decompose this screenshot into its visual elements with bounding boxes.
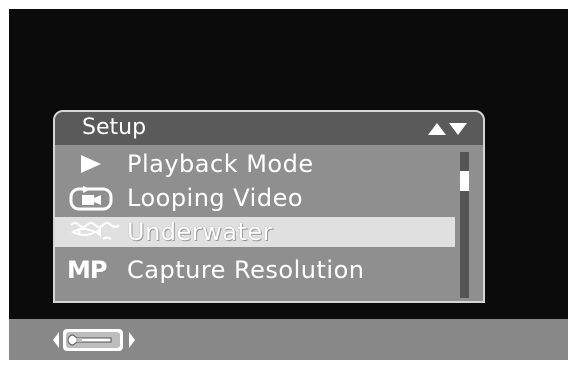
underwater-fish-icon [67,219,125,245]
up-down-triangles-icon[interactable] [427,122,469,136]
menu-header: Setup [55,112,483,145]
menu-item-underwater[interactable]: Underwater [55,217,455,247]
chevron-right-icon[interactable] [129,332,135,348]
camera-screen: Setup Playback Mode Looping Video Underw… [9,9,568,360]
menu-item-playback-mode[interactable]: Playback Mode [55,149,455,179]
menu-item-label: Underwater [127,218,274,246]
menu-list: Playback Mode Looping Video Underwater M… [55,145,455,301]
menu-item-capture-resolution[interactable]: MP Capture Resolution [55,255,455,285]
menu-title: Setup [82,115,147,140]
setup-menu-panel: Setup Playback Mode Looping Video Underw… [53,110,485,303]
megapixel-icon-text: MP [67,256,107,284]
looping-video-icon [67,185,125,211]
menu-item-looping-video[interactable]: Looping Video [55,183,455,213]
scrollbar-thumb[interactable] [460,171,469,191]
wrench-setup-icon[interactable] [63,329,123,351]
megapixel-icon: MP [67,257,125,283]
menu-item-label: Looping Video [127,184,304,212]
scrollbar[interactable] [460,152,469,298]
mode-navigation [43,326,153,354]
mode-bar [9,319,568,360]
play-icon [67,151,125,177]
menu-item-label: Capture Resolution [127,256,365,284]
menu-item-label: Playback Mode [127,150,314,178]
chevron-left-icon[interactable] [53,332,59,348]
